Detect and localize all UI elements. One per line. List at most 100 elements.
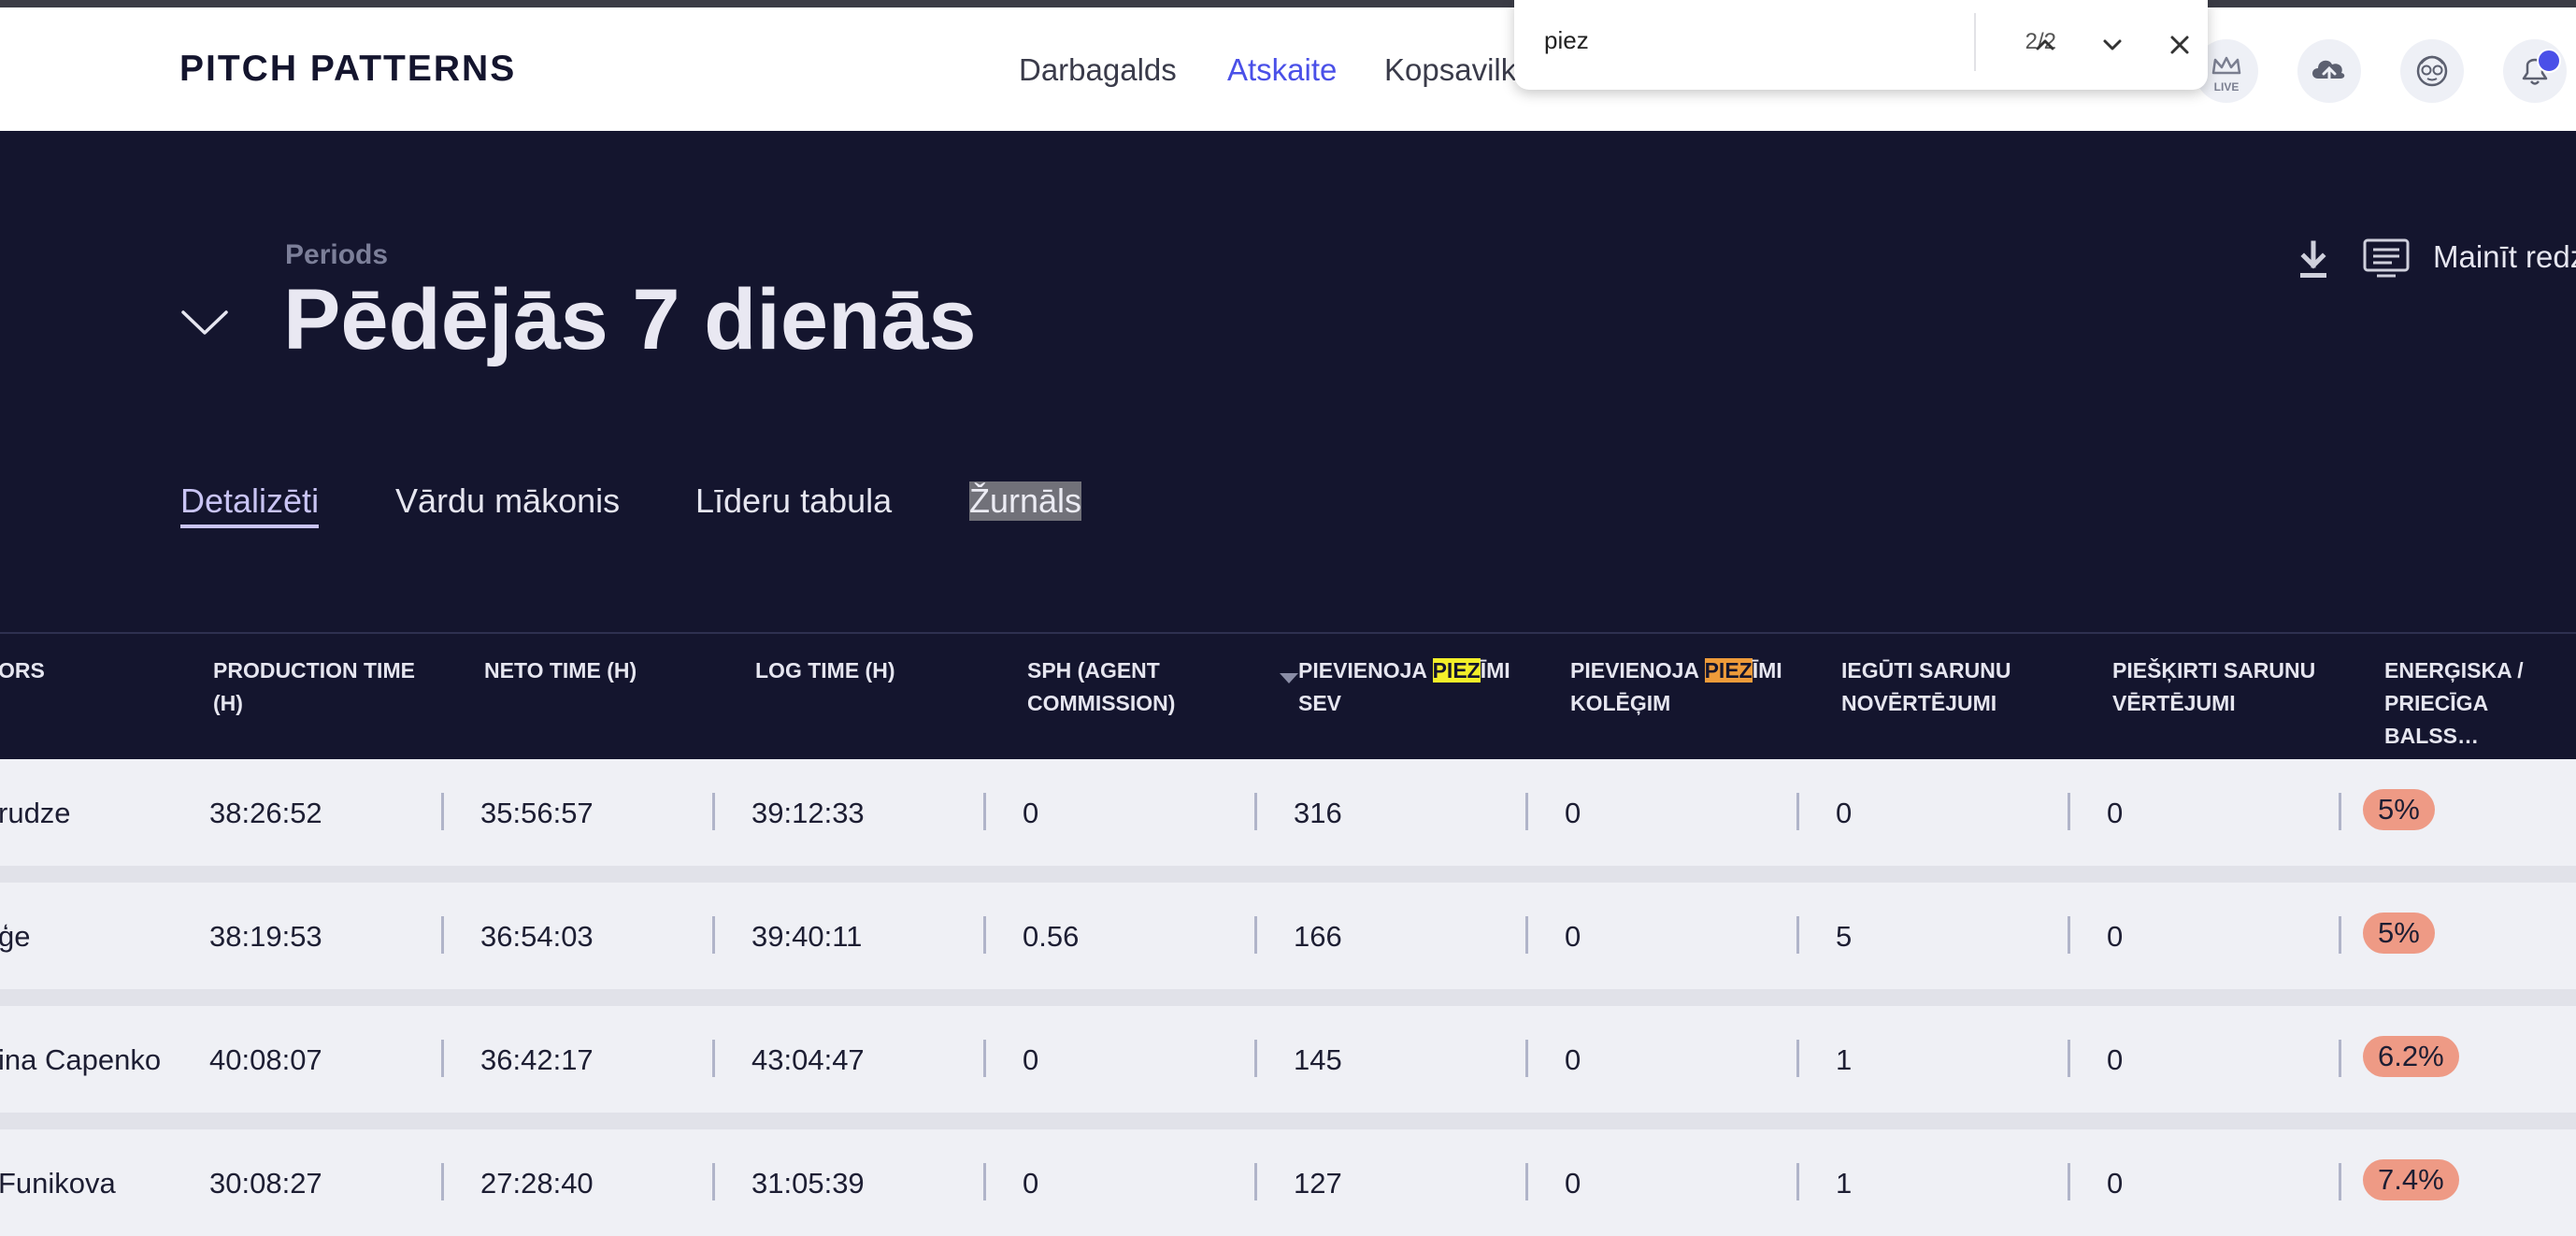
find-highlight: PIEZ [1432, 658, 1481, 683]
column-separator [1796, 916, 1799, 954]
cell-log-time: 31:05:39 [751, 1167, 865, 1200]
tab-vardu-makonis[interactable]: Vārdu mākonis [395, 481, 620, 521]
cell-ratings-received: 0 [1836, 797, 1853, 829]
table-row[interactable]: rudze 38:26:52 35:56:57 39:12:33 0 316 0 0 0 5% [0, 759, 2576, 866]
download-icon[interactable] [2295, 239, 2332, 285]
column-separator [983, 1163, 986, 1200]
column-separator [2339, 1040, 2341, 1077]
cell-notes-self: 316 [1294, 797, 1342, 829]
col-header-log-time[interactable]: LOG TIME (H) [755, 654, 894, 687]
column-separator [1254, 916, 1257, 954]
avatar-icon[interactable] [2400, 39, 2464, 103]
tab-detalizeti[interactable]: Detalizēti [180, 481, 320, 528]
column-separator [1525, 1040, 1528, 1077]
column-separator [983, 793, 986, 830]
column-separator [712, 793, 715, 830]
cell-notes-self: 166 [1294, 920, 1342, 953]
column-separator [1254, 793, 1257, 830]
cell-agent-name[interactable]: rudze [0, 797, 71, 830]
row-divider [0, 1113, 2576, 1129]
chevron-up-icon[interactable] [2025, 24, 2066, 65]
nav-item-atskaite[interactable]: Atskaite [1227, 52, 1337, 88]
column-separator [1525, 1163, 1528, 1200]
cell-agent-name[interactable]: ģe [0, 920, 30, 954]
bell-icon[interactable] [2503, 39, 2567, 103]
find-input[interactable] [1544, 26, 1825, 55]
column-separator [712, 916, 715, 954]
cell-neto-time: 27:28:40 [480, 1167, 594, 1200]
column-separator [983, 916, 986, 954]
cell-agent-name[interactable]: ina Capenko [0, 1043, 161, 1077]
cell-ratings-given: 0 [2107, 920, 2124, 953]
col-header-neto-time[interactable]: NETO TIME (H) [484, 654, 637, 687]
column-separator [441, 1040, 444, 1077]
col-header-production-time[interactable]: PRODUCTION TIME (H) [213, 654, 415, 720]
cell-ratings-received: 1 [1836, 1167, 1853, 1200]
col-header-sph[interactable]: SPH (AGENT COMMISSION) [1027, 654, 1175, 720]
period-label: Periods [285, 239, 389, 270]
column-separator [1525, 916, 1528, 954]
screen-icon[interactable] [2362, 237, 2411, 283]
cell-log-time: 39:40:11 [751, 920, 863, 953]
col-header-ratings-received[interactable]: IEGŪTI SARUNU NOVĒRTĒJUMI [1841, 654, 2011, 720]
cell-neto-time: 35:56:57 [480, 797, 594, 829]
column-separator [1796, 793, 1799, 830]
cell-production-time: 40:08:07 [209, 1043, 322, 1076]
column-separator [1254, 1163, 1257, 1200]
column-separator [712, 1040, 715, 1077]
energetic-voice-badge: 5% [2363, 789, 2435, 830]
column-separator [2068, 1163, 2070, 1200]
energetic-voice-badge: 7.4% [2363, 1159, 2459, 1200]
column-separator [2339, 1163, 2341, 1200]
find-in-page-bar: 2/2 [1514, 0, 2208, 90]
cell-notes-self: 145 [1294, 1043, 1342, 1076]
nav-item-darbagalds[interactable]: Darbagalds [1019, 52, 1177, 88]
col-header-energetic-voice[interactable]: ENERĢISKA / PRIECĪGA BALSS… [2384, 654, 2576, 753]
period-title[interactable]: Pēdējās 7 dienās [283, 271, 977, 369]
cell-production-time: 38:19:53 [209, 920, 322, 953]
cell-notes-colleague: 0 [1565, 1167, 1581, 1200]
column-separator [1796, 1040, 1799, 1077]
cell-log-time: 43:04:47 [751, 1043, 865, 1076]
column-separator [441, 916, 444, 954]
find-highlight-current: PIEZ [1704, 658, 1753, 683]
cell-agent-name[interactable]: Funikova [0, 1167, 116, 1200]
table-row[interactable]: Funikova 30:08:27 27:28:40 31:05:39 0 127 0 1 0 7… [0, 1129, 2576, 1236]
tab-lideru-tabula[interactable]: Līderu tabula [695, 481, 892, 521]
column-separator [441, 793, 444, 830]
find-divider [1974, 13, 1976, 71]
column-separator [1525, 793, 1528, 830]
cell-production-time: 38:26:52 [209, 797, 322, 829]
col-header-notes-self[interactable]: PIEVIENOJA PIEZĪMI SEV [1280, 654, 1510, 720]
cell-log-time: 39:12:33 [751, 797, 865, 829]
column-separator [441, 1163, 444, 1200]
chevron-down-icon[interactable] [2092, 24, 2133, 65]
col-header-agents[interactable]: ORS [0, 654, 45, 687]
app-logo[interactable]: PITCH PATTERNS [179, 49, 516, 90]
cell-sph: 0.56 [1023, 920, 1080, 953]
energetic-voice-badge: 6.2% [2363, 1036, 2459, 1077]
cell-notes-colleague: 0 [1565, 920, 1581, 953]
cell-notes-self: 127 [1294, 1167, 1342, 1200]
col-header-ratings-given[interactable]: PIEŠĶIRTI SARUNU VĒRTĒJUMI [2112, 654, 2315, 720]
cell-neto-time: 36:42:17 [480, 1043, 594, 1076]
col-header-notes-colleague[interactable]: PIEVIENOJA PIEZĪMI KOLĒĢIM [1570, 654, 1782, 720]
column-separator [2068, 916, 2070, 954]
cloud-upload-icon[interactable] [2297, 39, 2361, 103]
column-separator [1796, 1163, 1799, 1200]
table-row[interactable]: ina Capenko 40:08:07 36:42:17 43:04:47 0 145 0… [0, 1006, 2576, 1113]
table-row[interactable]: ģe 38:19:53 36:54:03 39:40:11 0.56 166 0 5 0 5% [0, 883, 2576, 989]
change-view-button[interactable]: Mainīt redz [2433, 239, 2576, 275]
cell-ratings-received: 1 [1836, 1043, 1853, 1076]
row-divider [0, 989, 2576, 1006]
notification-dot [2537, 49, 2561, 73]
cell-sph: 0 [1023, 797, 1039, 829]
cell-neto-time: 36:54:03 [480, 920, 594, 953]
cell-notes-colleague: 0 [1565, 797, 1581, 829]
energetic-voice-badge: 5% [2363, 913, 2435, 954]
period-dropdown-chevron-icon[interactable] [179, 307, 230, 343]
close-icon[interactable] [2159, 24, 2200, 65]
tab-zurnals[interactable]: Žurnāls [969, 481, 1082, 521]
column-separator [2068, 793, 2070, 830]
column-separator [983, 1040, 986, 1077]
